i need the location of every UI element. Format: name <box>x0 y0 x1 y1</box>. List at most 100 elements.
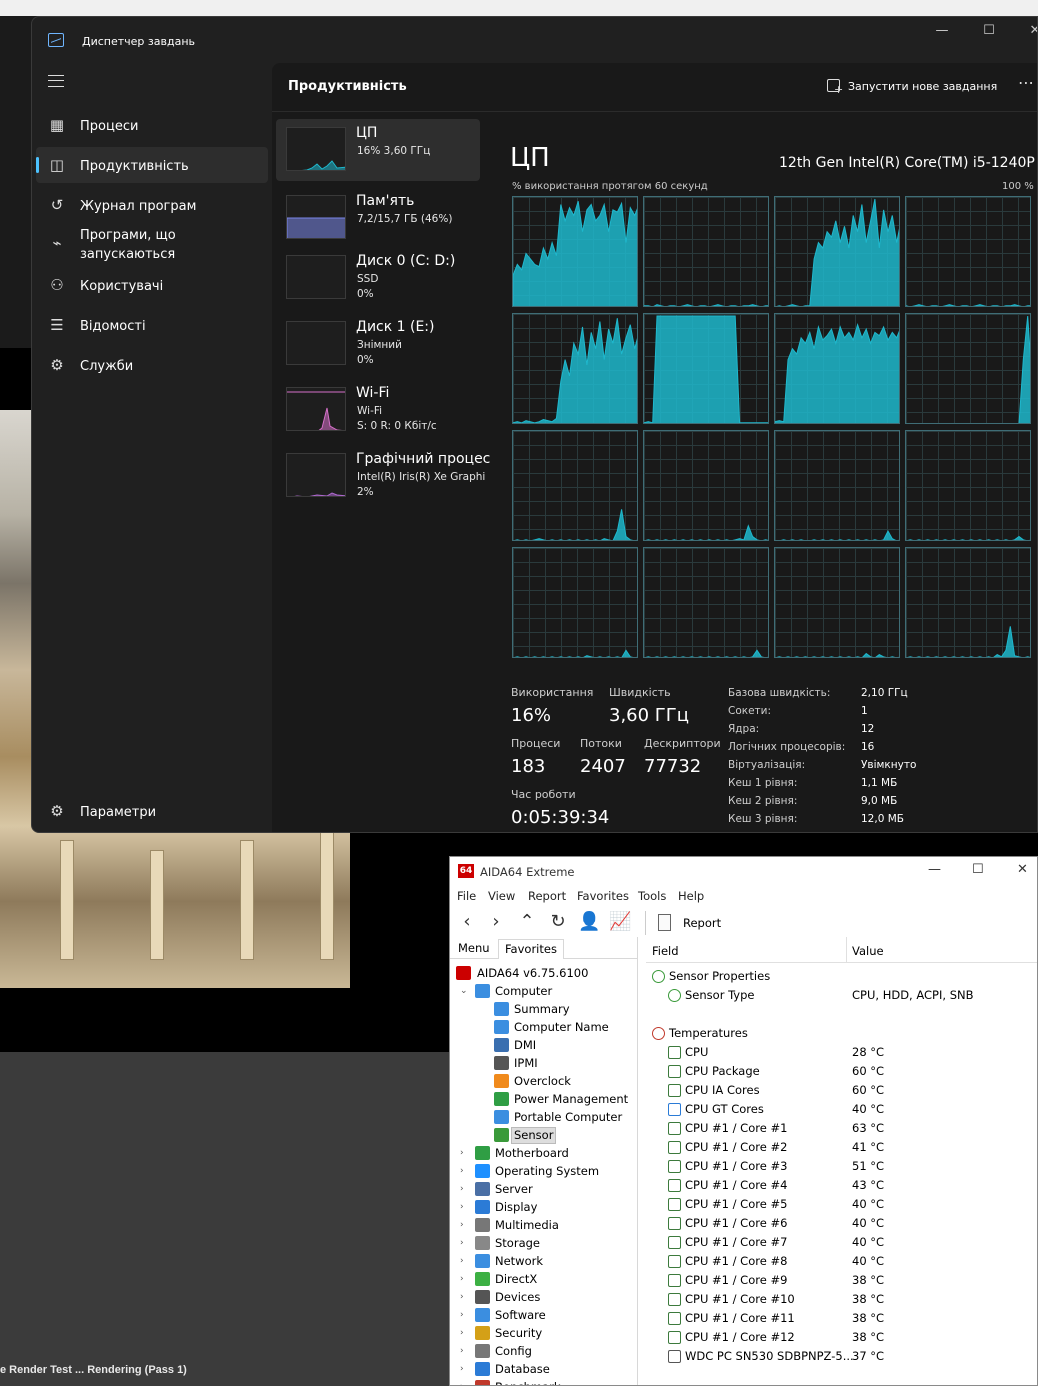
resource-name: Пам'ять <box>356 193 415 209</box>
forward-arrow-icon[interactable]: › <box>485 911 507 933</box>
table-row[interactable]: CPU #1 / Core #12 38 °C <box>646 1328 1037 1347</box>
sidebar-item-2[interactable]: ◫ Продуктивність <box>36 147 268 183</box>
table-row[interactable]: CPU #1 / Core #11 38 °C <box>646 1309 1037 1328</box>
menu-help[interactable]: Help <box>678 889 704 903</box>
report-button[interactable]: Report <box>655 912 735 934</box>
field-column-header[interactable]: Field <box>652 944 679 958</box>
expander-icon[interactable]: › <box>460 1144 470 1162</box>
table-row[interactable]: Temperatures <box>646 1024 1037 1043</box>
computer-icon <box>475 984 490 998</box>
refresh-icon[interactable]: ↻ <box>547 911 569 933</box>
resource-item-3[interactable]: Диск 0 (C: D:) SSD 0% <box>276 247 480 309</box>
table-row[interactable]: CPU #1 / Core #4 43 °C <box>646 1176 1037 1195</box>
menu-report[interactable]: Report <box>528 889 566 903</box>
close-button[interactable]: ✕ <box>1020 23 1037 38</box>
hamburger-menu-icon[interactable] <box>48 75 64 87</box>
table-row[interactable]: CPU #1 / Core #1 63 °C <box>646 1119 1037 1138</box>
tab-favorites[interactable]: Favorites <box>498 939 564 959</box>
sensor-properties-icon <box>652 970 665 983</box>
cpu-detail-label: Кеш 2 рівня: <box>728 795 798 807</box>
aida-maximize-button[interactable]: ☐ <box>972 862 984 877</box>
aida-close-button[interactable]: ✕ <box>1017 862 1028 877</box>
table-row[interactable]: WDC PC SN530 SDBPNPZ-5... 37 °C <box>646 1347 1037 1366</box>
expander-icon[interactable]: › <box>460 1180 470 1198</box>
back-arrow-icon[interactable]: ‹ <box>456 911 478 933</box>
expander-icon[interactable]: › <box>460 1378 470 1385</box>
expander-icon[interactable]: › <box>460 1252 470 1270</box>
field-cell: CPU IA Cores <box>685 1083 760 1097</box>
minimize-button[interactable]: — <box>927 23 957 38</box>
sidebar-item-3[interactable]: ↺ Журнал програм <box>36 187 268 223</box>
tab-menu[interactable]: Menu <box>452 939 496 959</box>
menu-view[interactable]: View <box>488 889 515 903</box>
expander-icon[interactable]: › <box>460 1306 470 1324</box>
cpu-detail-value: 1,1 МБ <box>861 777 898 789</box>
table-row[interactable]: CPU GT Cores 40 °C <box>646 1100 1037 1119</box>
maximize-button[interactable]: ☐ <box>974 23 1004 38</box>
column-separator[interactable] <box>846 937 847 963</box>
resource-item-2[interactable]: Пам'ять 7,2/15,7 ГБ (46%) <box>276 187 480 249</box>
table-row[interactable]: CPU IA Cores 60 °C <box>646 1081 1037 1100</box>
expander-icon[interactable]: › <box>460 1270 470 1288</box>
expander-icon[interactable]: › <box>460 1360 470 1378</box>
menu-tools[interactable]: Tools <box>638 889 666 903</box>
table-row[interactable]: CPU 28 °C <box>646 1043 1037 1062</box>
sidebar-item-6[interactable]: ☰ Відомості <box>36 307 268 343</box>
table-row[interactable]: CPU #1 / Core #10 38 °C <box>646 1290 1037 1309</box>
resource-detail: Знімний <box>357 339 402 351</box>
field-cell: CPU #1 / Core #9 <box>685 1273 788 1287</box>
table-row[interactable]: CPU Package 60 °C <box>646 1062 1037 1081</box>
tree-item-label: Overclock <box>514 1074 571 1088</box>
expander-icon[interactable]: › <box>460 1288 470 1306</box>
window-title: Диспетчер завдань <box>82 35 195 48</box>
sidebar-item-1[interactable]: ▦ Процеси <box>36 107 268 143</box>
table-row[interactable]: CPU #1 / Core #7 40 °C <box>646 1233 1037 1252</box>
field-cell: Temperatures <box>669 1026 748 1040</box>
run-new-task-button[interactable]: Запустити нове завдання <box>824 75 1004 99</box>
table-row[interactable]: Sensor Type CPU, HDD, ACPI, SNB <box>646 986 1037 1005</box>
resource-item-4[interactable]: Диск 1 (E:) Знімний 0% <box>276 313 480 375</box>
sidebar-item-settings[interactable]: ⚙ Параметри <box>36 793 268 829</box>
resource-item-1[interactable]: ЦП 16% 3,60 ГГц <box>276 119 480 181</box>
resource-item-5[interactable]: Wi-Fi Wi-Fi S: 0 R: 0 Кбіт/с <box>276 379 480 441</box>
expander-icon[interactable]: › <box>460 1216 470 1234</box>
aida-minimize-button[interactable]: — <box>928 862 941 877</box>
menu-favorites[interactable]: Favorites <box>577 889 629 903</box>
thumbnail-svg <box>287 322 346 365</box>
user-icon[interactable]: 👤 <box>578 911 600 933</box>
expander-icon[interactable]: › <box>460 1234 470 1252</box>
table-row[interactable]: CPU #1 / Core #5 40 °C <box>646 1195 1037 1214</box>
cpu-core-graph-12 <box>905 430 1031 541</box>
table-row[interactable]: CPU #1 / Core #9 38 °C <box>646 1271 1037 1290</box>
sidebar-item-7[interactable]: ⚙ Служби <box>36 347 268 383</box>
tree-item-label: Sensor <box>511 1127 557 1144</box>
header-divider <box>272 111 1037 112</box>
resource-item-6[interactable]: Графічний процес Intel(R) Iris(R) Xe Grap… <box>276 445 490 507</box>
table-row[interactable]: CPU #1 / Core #3 51 °C <box>646 1157 1037 1176</box>
chart-icon[interactable]: 📈 <box>609 911 631 933</box>
cpu-model: 12th Gen Intel(R) Core(TM) i5-1240P <box>779 155 1035 171</box>
value-cell: CPU, HDD, ACPI, SNB <box>852 988 974 1002</box>
table-row[interactable]: CPU #1 / Core #8 40 °C <box>646 1252 1037 1271</box>
value-column-header[interactable]: Value <box>852 944 884 958</box>
expander-icon[interactable]: ⌄ <box>460 982 470 1000</box>
core-graph-svg <box>513 201 637 306</box>
expander-icon[interactable]: › <box>460 1198 470 1216</box>
cpu-detail-value: 9,0 МБ <box>861 795 898 807</box>
table-row[interactable]: CPU #1 / Core #2 41 °C <box>646 1138 1037 1157</box>
table-row[interactable]: CPU #1 / Core #6 40 °C <box>646 1214 1037 1233</box>
cpu-core-graph-14 <box>643 547 769 658</box>
value-cell: 41 °C <box>852 1140 885 1154</box>
expander-icon[interactable]: › <box>460 1324 470 1342</box>
more-options-icon[interactable]: ⋯ <box>1018 73 1034 92</box>
table-row[interactable]: Sensor Properties <box>646 967 1037 986</box>
expander-icon[interactable]: › <box>460 1162 470 1180</box>
cpu-chip-icon <box>668 1255 681 1268</box>
cpu-chip-icon <box>668 1198 681 1211</box>
database-icon <box>475 1362 490 1376</box>
sidebar-item-5[interactable]: ⚇ Користувачі <box>36 267 268 303</box>
sidebar-item-4[interactable]: ⌁ Програми, що запускаються <box>36 225 268 267</box>
up-arrow-icon[interactable]: ⌃ <box>516 911 538 933</box>
menu-file[interactable]: File <box>457 889 476 903</box>
expander-icon[interactable]: › <box>460 1342 470 1360</box>
